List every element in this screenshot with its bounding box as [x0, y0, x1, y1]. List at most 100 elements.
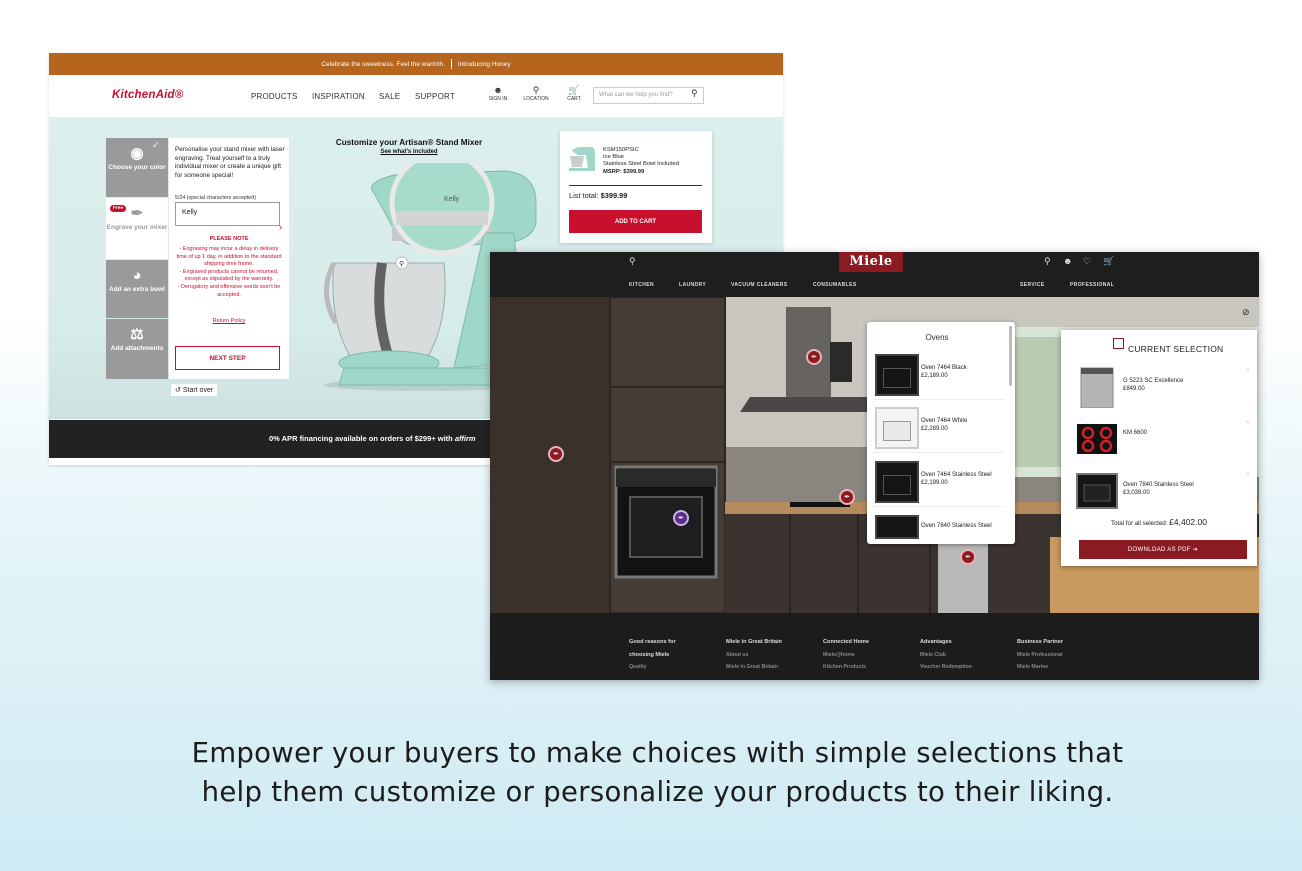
- total-value: £4,402.00: [1169, 517, 1207, 527]
- footer-link[interactable]: Miele Marine: [1017, 661, 1063, 674]
- footer-link[interactable]: Voucher Redemption: [920, 661, 972, 674]
- footer-link[interactable]: Miele Professional: [1017, 649, 1063, 662]
- list-total: List total: $399.99: [569, 191, 627, 200]
- cart-icon[interactable]: 🛒: [1103, 256, 1114, 267]
- nav-products[interactable]: PRODUCTS: [251, 92, 298, 101]
- selection-name: KM 6600: [1123, 430, 1148, 436]
- oven-option[interactable]: Oven 7464 Stainless Steel £2,199.00: [873, 457, 1005, 507]
- miele-footer: Good reasons for choosing Miele Quality …: [490, 613, 1259, 680]
- oven-name: Oven 7464 White: [921, 418, 968, 424]
- search-icon[interactable]: ⚲: [691, 88, 698, 99]
- step-attachments[interactable]: ⚖ Add attachments: [106, 319, 168, 379]
- next-step-button[interactable]: NEXT STEP: [175, 346, 280, 370]
- step-label: Choose your color: [108, 164, 166, 171]
- hotspot-dishwasher[interactable]: ✒: [960, 549, 976, 565]
- selection-name: Oven 7840 Stainless Steel: [1123, 482, 1194, 488]
- footer-col-business-partner: Business Partner Miele Professional Miel…: [1017, 636, 1063, 674]
- selection-label: G 5223 SC Excellence £849.00: [1123, 378, 1183, 393]
- footer-heading: Connected Home: [823, 639, 869, 645]
- user-icon[interactable]: ☻: [1063, 256, 1072, 266]
- footer-heading: Business Partner: [1017, 639, 1064, 645]
- nav-kitchen[interactable]: KITCHEN: [629, 282, 654, 288]
- promo-link[interactable]: Introducing Honey: [458, 61, 511, 68]
- hotspot-oven-active[interactable]: ✒: [673, 510, 689, 526]
- signin-button[interactable]: ☻ SIGN IN: [482, 85, 514, 102]
- checkbox-icon: [1113, 338, 1124, 349]
- caption-line: Empower your buyers to make choices with…: [191, 737, 1124, 769]
- product-bowl: Stainless Steel Bowl Included: [603, 161, 680, 168]
- remove-icon[interactable]: ×: [1246, 472, 1250, 478]
- oven-option[interactable]: Oven 7840 Stainless Steel: [873, 511, 1005, 544]
- promo-divider: [450, 59, 452, 69]
- footer-col-advantages: Advantages Miele Club Voucher Redemption: [920, 636, 972, 674]
- zoom-icon[interactable]: ⚲: [399, 260, 404, 268]
- user-icon: ☻: [493, 85, 503, 95]
- whats-included-link[interactable]: See what's included: [329, 149, 489, 155]
- remove-icon[interactable]: ×: [1246, 420, 1250, 426]
- affirm-logo: affirm: [454, 434, 476, 443]
- oven-option[interactable]: Oven 7464 White £2,289.00: [873, 403, 1005, 453]
- footer-link[interactable]: Miele Club: [920, 649, 972, 662]
- download-pdf-button[interactable]: DOWNLOAD AS PDF ➔: [1079, 540, 1247, 559]
- nav-professional[interactable]: PROFESSIONAL: [1070, 282, 1114, 288]
- return-policy-link[interactable]: Return Policy: [169, 318, 289, 324]
- hide-icon[interactable]: ⊘: [1242, 307, 1250, 318]
- note-body: - Engraving may incur a delay in deliver…: [175, 246, 283, 299]
- footer-heading: Good reasons for: [629, 639, 676, 645]
- promo-banner[interactable]: Celebrate the sweetness. Feel the warmth…: [49, 53, 783, 75]
- kitchenaid-logo[interactable]: KitchenAid®: [112, 89, 183, 101]
- note-line: - Derogatory and offensive words won't b…: [177, 283, 281, 298]
- footer-link[interactable]: About us: [726, 649, 782, 662]
- nav-laundry[interactable]: LAUNDRY: [679, 282, 706, 288]
- oven-thumbnail: [875, 354, 919, 396]
- cart-label: CART: [567, 96, 581, 102]
- oven-option[interactable]: Oven 7464 Black £2,189.00: [873, 350, 1005, 400]
- oven-label: Oven 7464 Stainless Steel £2,199.00: [921, 472, 992, 487]
- attachments-icon: ⚖: [130, 326, 144, 343]
- cart-button[interactable]: 🛒 CART: [558, 85, 590, 102]
- footer-col-reasons: Good reasons for choosing Miele Quality: [629, 636, 676, 674]
- footer-link[interactable]: Quality: [629, 661, 676, 674]
- oven-name: Oven 7464 Black: [921, 365, 967, 371]
- nav-inspiration[interactable]: INSPIRATION: [312, 92, 365, 101]
- nav-support[interactable]: SUPPORT: [415, 92, 455, 101]
- step-extra-bowl[interactable]: ◕ Add an extra bowl: [106, 260, 168, 318]
- scrollbar[interactable]: [1009, 326, 1012, 386]
- location-button[interactable]: ⚲ LOCATION: [520, 85, 552, 102]
- footer-link[interactable]: Kitchen Products: [823, 661, 869, 674]
- oven-price: £2,289.00: [921, 425, 948, 432]
- footer-link[interactable]: Miele in Great Britain: [726, 661, 782, 674]
- hotspot-wall-cabinet[interactable]: ✒: [548, 446, 564, 462]
- start-over-button[interactable]: ↺ Start over: [171, 384, 218, 396]
- nav-service[interactable]: SERVICE: [1020, 282, 1045, 288]
- location-pin-icon[interactable]: ⚲: [1044, 256, 1051, 267]
- engrave-panel: Personalise your stand mixer with laser …: [169, 138, 289, 379]
- selection-item[interactable]: KM 6600 ×: [1071, 418, 1250, 462]
- add-to-cart-button[interactable]: ADD TO CART: [569, 210, 702, 233]
- engrave-description: Personalise your stand mixer with laser …: [175, 146, 285, 179]
- search-input[interactable]: What can we help you find?: [593, 87, 704, 104]
- nav-sale[interactable]: SALE: [379, 92, 400, 101]
- oven-thumbnail: [875, 515, 919, 539]
- step-choose-color[interactable]: ◉ Choose your color ✓: [106, 138, 168, 197]
- caption-line: help them customize or personalize your …: [201, 776, 1114, 808]
- character-count: 5/24 (special characters accepted): [175, 195, 256, 201]
- oven-price: £2,189.00: [921, 372, 948, 379]
- miele-logo[interactable]: Miele: [839, 252, 903, 272]
- oven-label: Oven 7464 White £2,289.00: [921, 418, 967, 433]
- footer-link[interactable]: Miele@home: [823, 649, 869, 662]
- hotspot-hob[interactable]: ✒: [839, 489, 855, 505]
- selection-item[interactable]: G 5223 SC Excellence £849.00 ×: [1071, 366, 1250, 410]
- hotspot-hood[interactable]: ✒: [806, 349, 822, 365]
- engraving-text-field[interactable]: Kelly: [175, 202, 280, 226]
- search-icon[interactable]: ⚲: [629, 256, 636, 267]
- ovens-title: Ovens: [925, 333, 949, 342]
- remove-icon[interactable]: ×: [1246, 368, 1250, 374]
- list-total-value: $399.99: [600, 191, 628, 200]
- nav-vacuum-cleaners[interactable]: VACUUM CLEANERS: [731, 282, 787, 288]
- divider: [569, 185, 702, 186]
- current-selection-panel: CURRENT SELECTION G 5223 SC Excellence £…: [1061, 330, 1257, 566]
- heart-icon[interactable]: ♡: [1083, 256, 1091, 267]
- nav-consumables[interactable]: CONSUMABLES: [813, 282, 857, 288]
- selection-item[interactable]: Oven 7840 Stainless Steel £3,039.00 ×: [1071, 470, 1250, 514]
